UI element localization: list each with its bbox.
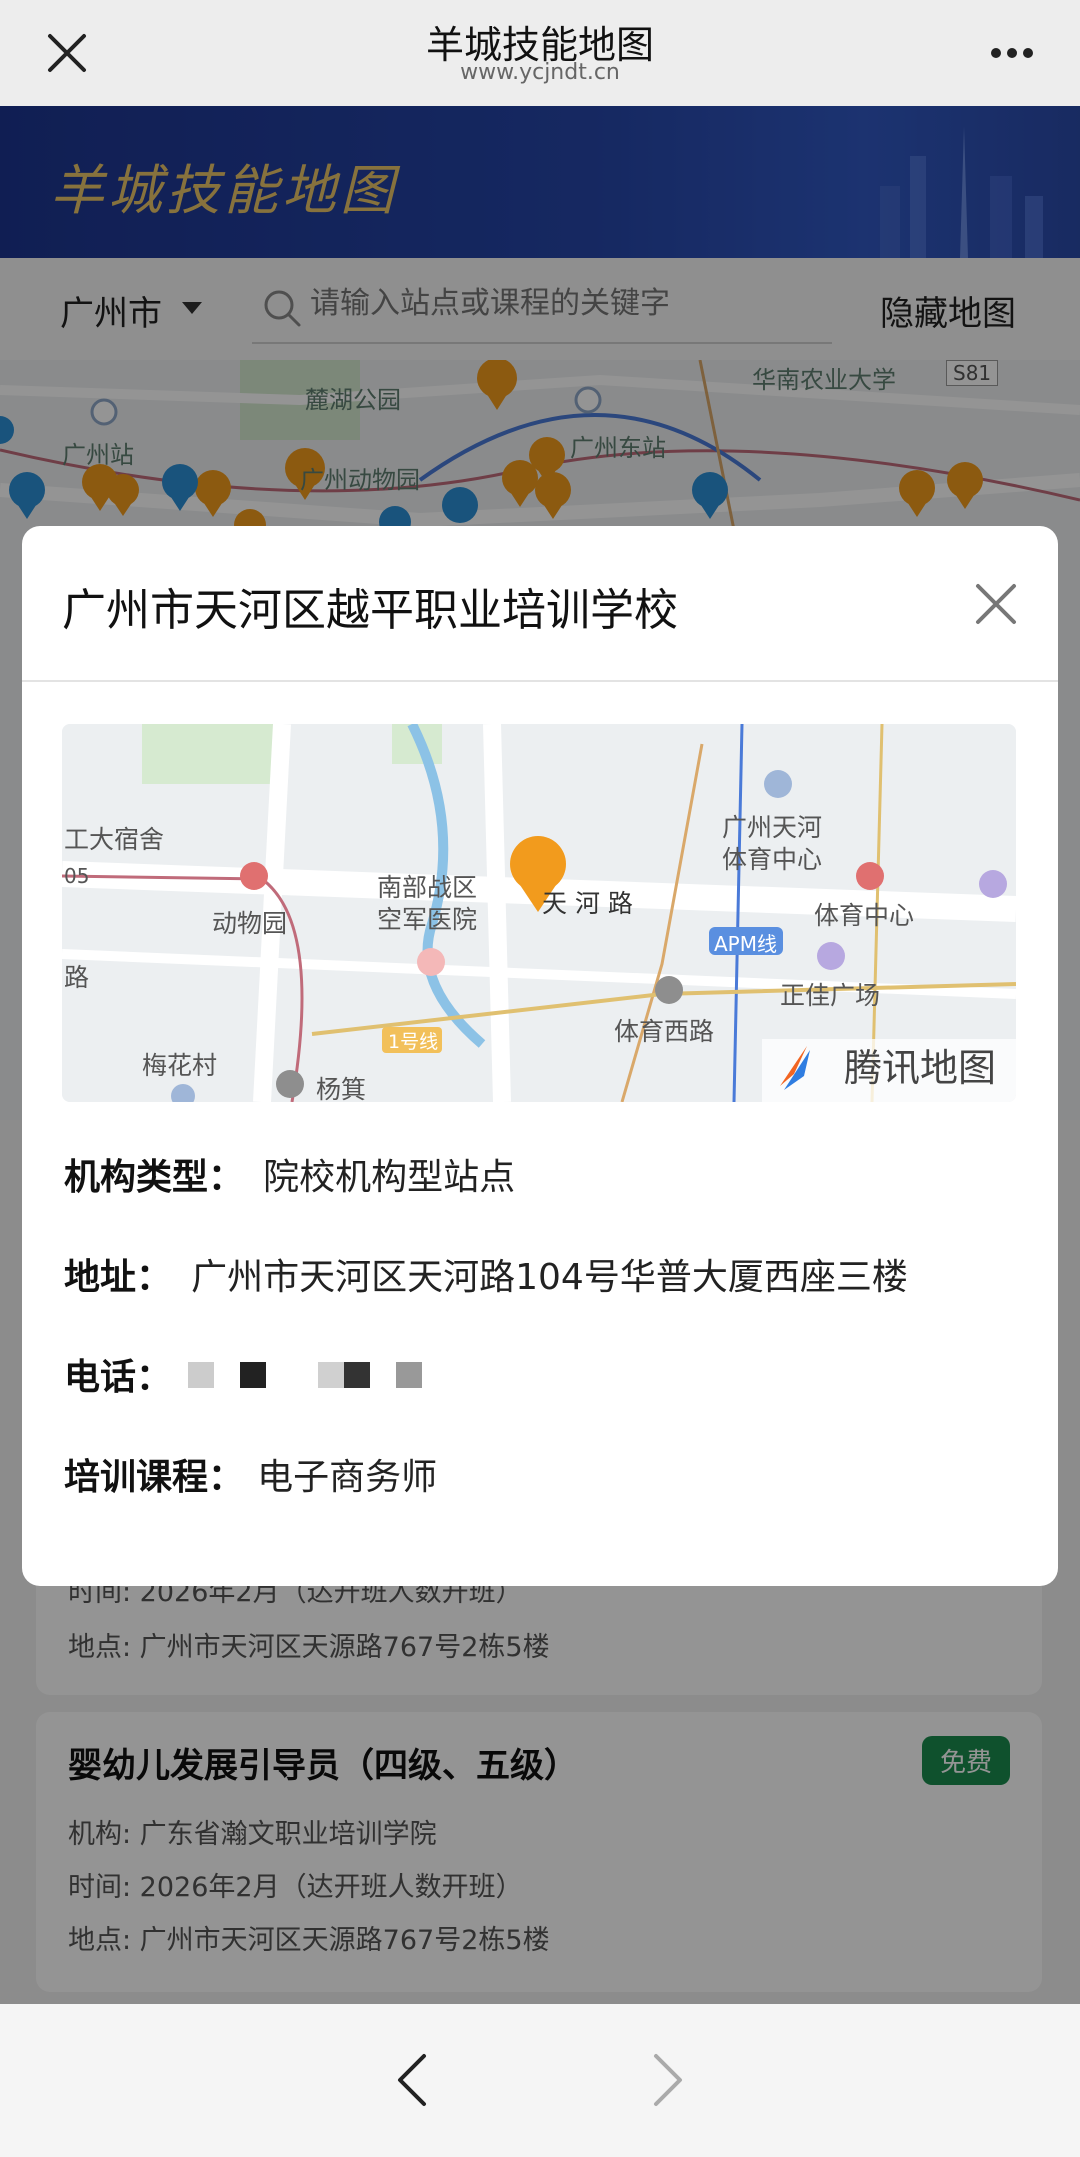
chevron-left-icon[interactable] xyxy=(394,2052,430,2112)
address-label: 地址： xyxy=(64,1257,173,1298)
map-label: 梅花村 xyxy=(142,1051,218,1080)
site-location-map[interactable]: 工大宿舍 05 动物园 南部战区 空军医院 天 河 路 广州天河 体育中心 体育… xyxy=(62,724,1016,1102)
browser-top-bar: 羊城技能地图 www.ycjndt.cn xyxy=(0,0,1080,106)
map-label: 南部战区 xyxy=(377,873,478,902)
modal-title: 广州市天河区越平职业培训学校 xyxy=(62,585,678,636)
type-label: 机构类型： xyxy=(64,1157,245,1198)
address-value: 广州市天河区天河路104号华普大厦西座三楼 xyxy=(191,1257,908,1298)
site-detail-modal: 广州市天河区越平职业培训学校 工大宿舍 05 动物园 南部战区 空军医院 天 河… xyxy=(22,526,1058,1586)
divider xyxy=(22,680,1058,682)
map-label: 动物园 xyxy=(212,909,288,938)
metro-line-label: APM线 xyxy=(714,932,777,956)
map-label: 工大宿舍 xyxy=(64,825,165,854)
page-url: www.ycjndt.cn xyxy=(460,60,620,85)
chevron-right-icon[interactable] xyxy=(650,2052,686,2112)
browser-bottom-bar xyxy=(0,2004,1080,2157)
info-row-address: 地址： 广州市天河区天河路104号华普大厦西座三楼 xyxy=(64,1248,908,1300)
map-label: 正佳广场 xyxy=(780,981,881,1010)
info-row-course: 培训课程： 电子商务师 xyxy=(64,1448,437,1500)
info-row-type: 机构类型： 院校机构型站点 xyxy=(64,1148,515,1200)
tencent-map-logo: 腾讯地图 xyxy=(843,1046,996,1090)
map-label: 体育中心 xyxy=(814,901,915,930)
more-icon[interactable] xyxy=(990,44,1034,63)
phone-value-redacted[interactable] xyxy=(188,1360,444,1394)
map-label: 路 xyxy=(64,963,90,992)
course-value[interactable]: 电子商务师 xyxy=(257,1457,437,1498)
course-label: 培训课程： xyxy=(64,1457,245,1498)
info-row-phone: 电话： xyxy=(64,1348,172,1400)
map-label: 空军医院 xyxy=(377,905,478,934)
road-label: 天 河 路 xyxy=(542,889,633,918)
map-label: 杨箕 xyxy=(316,1075,367,1102)
map-label: 体育西路 xyxy=(614,1017,715,1046)
close-icon[interactable] xyxy=(972,580,1020,632)
phone-label: 电话： xyxy=(64,1357,173,1398)
type-value: 院校机构型站点 xyxy=(263,1157,516,1198)
map-label: 广州天河 xyxy=(722,813,823,842)
metro-line-label: 1号线 xyxy=(388,1031,439,1053)
map-label: 体育中心 xyxy=(722,845,823,874)
map-label: 05 xyxy=(64,864,90,888)
